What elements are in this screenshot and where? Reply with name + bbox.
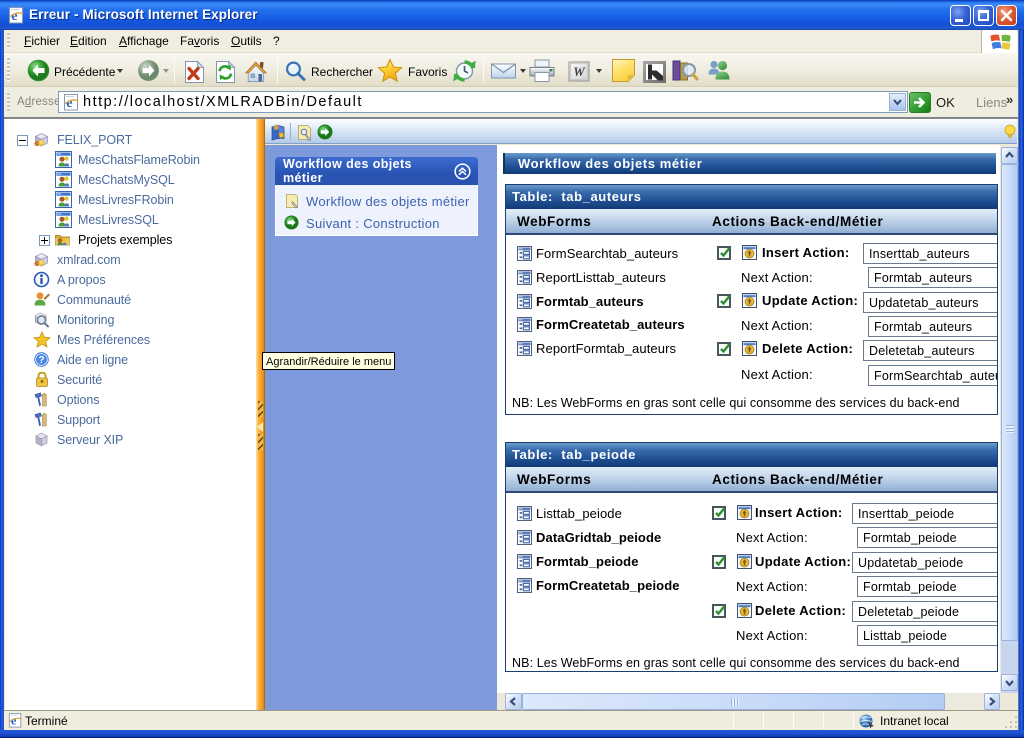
svg-text:?: ? bbox=[38, 355, 44, 366]
svg-text:W: W bbox=[573, 64, 586, 79]
